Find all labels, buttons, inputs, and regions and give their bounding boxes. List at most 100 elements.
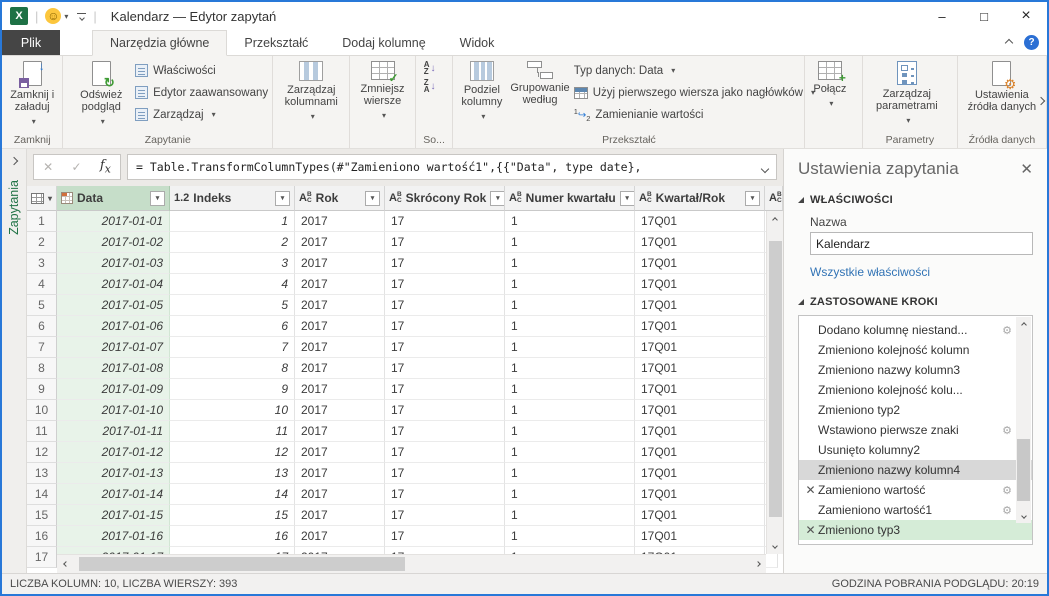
steps-scrollbar-thumb[interactable] bbox=[1017, 439, 1030, 501]
panel-close-icon[interactable]: ✕ bbox=[1020, 160, 1033, 178]
cell[interactable]: 2017-01-11 bbox=[57, 421, 170, 442]
cell[interactable]: 1 bbox=[505, 463, 635, 484]
cell[interactable]: 17Q01 bbox=[635, 232, 765, 253]
cell[interactable]: 17 bbox=[385, 358, 505, 379]
row-number[interactable]: 16 bbox=[27, 526, 57, 547]
cell[interactable]: 1 bbox=[505, 379, 635, 400]
cell[interactable]: 12 bbox=[170, 442, 295, 463]
cell[interactable]: 2017 bbox=[295, 316, 385, 337]
formula-expand-icon[interactable] bbox=[761, 165, 769, 173]
cell[interactable]: 1 bbox=[505, 295, 635, 316]
expander-icon[interactable] bbox=[798, 197, 804, 203]
filter-button[interactable]: ▾ bbox=[620, 191, 635, 206]
applied-step[interactable]: ✕Zmieniono typ3 bbox=[799, 520, 1032, 540]
row-number[interactable]: 13 bbox=[27, 463, 57, 484]
quick-access-customize-icon[interactable] bbox=[77, 13, 86, 20]
cell[interactable]: 17 bbox=[385, 211, 505, 232]
cell[interactable]: 17 bbox=[385, 505, 505, 526]
smiley-dropdown-caret-icon[interactable]: ▾ bbox=[64, 12, 68, 21]
help-icon[interactable]: ? bbox=[1024, 35, 1039, 50]
cell[interactable]: 17Q01 bbox=[635, 253, 765, 274]
cell[interactable]: 2017 bbox=[295, 211, 385, 232]
steps-scroll-down-icon[interactable] bbox=[1016, 508, 1031, 523]
cell[interactable]: 17 bbox=[385, 274, 505, 295]
collapse-ribbon-icon[interactable] bbox=[1005, 38, 1013, 46]
cell[interactable]: 6 bbox=[170, 316, 295, 337]
filter-button[interactable]: ▾ bbox=[745, 191, 760, 206]
row-number[interactable]: 14 bbox=[27, 484, 57, 505]
cell[interactable]: 17Q01 bbox=[635, 358, 765, 379]
cell[interactable]: 1 bbox=[505, 232, 635, 253]
manage-parameters-button[interactable]: Zarządzaj parametrami▾ bbox=[867, 59, 947, 129]
row-number[interactable]: 3 bbox=[27, 253, 57, 274]
cell[interactable]: 1 bbox=[505, 274, 635, 295]
filter-button[interactable]: ▾ bbox=[275, 191, 290, 206]
cell[interactable]: 2017-01-02 bbox=[57, 232, 170, 253]
row-number[interactable]: 4 bbox=[27, 274, 57, 295]
cell[interactable]: 1 bbox=[505, 211, 635, 232]
cell[interactable]: 17 bbox=[385, 295, 505, 316]
cell[interactable]: 2017 bbox=[295, 295, 385, 316]
vertical-scrollbar-thumb[interactable] bbox=[769, 241, 782, 517]
column-header-indeks[interactable]: 1.2 Indeks ▾ bbox=[170, 186, 295, 211]
cell[interactable]: 17Q01 bbox=[635, 274, 765, 295]
cell[interactable]: 2017 bbox=[295, 505, 385, 526]
feedback-smiley-icon[interactable]: ☺ bbox=[45, 8, 61, 24]
column-header-partial[interactable]: ABC bbox=[765, 186, 783, 211]
cell[interactable]: 2017 bbox=[295, 232, 385, 253]
cell[interactable]: 5 bbox=[170, 295, 295, 316]
cell[interactable]: 1 bbox=[170, 211, 295, 232]
filter-button[interactable]: ▾ bbox=[365, 191, 380, 206]
steps-scrollbar[interactable] bbox=[1016, 317, 1031, 523]
cell[interactable]: 2017 bbox=[295, 337, 385, 358]
cell[interactable]: 2017-01-15 bbox=[57, 505, 170, 526]
close-and-load-button[interactable]: ↓ Zamknij i załaduj▾ bbox=[6, 59, 58, 130]
applied-steps-section-header[interactable]: ZASTOSOWANE KROKI bbox=[798, 296, 1033, 308]
all-properties-link[interactable]: Wszystkie właściwości bbox=[810, 265, 1033, 279]
column-header-skrocony-rok[interactable]: ABC Skrócony Rok ▾ bbox=[385, 186, 505, 211]
cell[interactable]: 17 bbox=[385, 337, 505, 358]
cell[interactable]: 14 bbox=[170, 484, 295, 505]
advanced-editor-button[interactable]: Edytor zaawansowany bbox=[135, 83, 268, 102]
cell[interactable]: 17Q01 bbox=[635, 379, 765, 400]
cell[interactable]: 2017 bbox=[295, 379, 385, 400]
applied-step[interactable]: Dodano kolumnę niestand...⚙ bbox=[799, 320, 1032, 340]
group-by-button[interactable]: Grupowanie według bbox=[506, 59, 573, 108]
cell[interactable]: 1 bbox=[505, 442, 635, 463]
scroll-right-icon[interactable] bbox=[749, 555, 766, 572]
row-number[interactable]: 5 bbox=[27, 295, 57, 316]
cell[interactable]: 7 bbox=[170, 337, 295, 358]
cell[interactable]: 17Q01 bbox=[635, 295, 765, 316]
filter-button[interactable]: ▾ bbox=[150, 191, 165, 206]
cell[interactable]: 17 bbox=[385, 421, 505, 442]
row-number[interactable]: 15 bbox=[27, 505, 57, 526]
cell[interactable]: 2017 bbox=[295, 253, 385, 274]
cell[interactable]: 17Q01 bbox=[635, 211, 765, 232]
horizontal-scrollbar-thumb[interactable] bbox=[79, 557, 405, 571]
query-name-input[interactable] bbox=[810, 232, 1033, 255]
cell[interactable]: 2017-01-01 bbox=[57, 211, 170, 232]
column-header-numer-kwartalu[interactable]: ABC Numer kwartału ▾ bbox=[505, 186, 635, 211]
step-settings-gear-icon[interactable]: ⚙ bbox=[1002, 484, 1012, 497]
cell[interactable]: 1 bbox=[505, 337, 635, 358]
data-type-button[interactable]: Typ danych: Data▾ bbox=[574, 61, 815, 80]
manage-columns-button[interactable]: Zarządzaj kolumnami▾ bbox=[277, 59, 345, 125]
row-number[interactable]: 11 bbox=[27, 421, 57, 442]
cell[interactable]: 17Q01 bbox=[635, 505, 765, 526]
cell[interactable]: 17 bbox=[385, 379, 505, 400]
expander-icon[interactable] bbox=[798, 299, 804, 305]
cell[interactable]: 2017 bbox=[295, 421, 385, 442]
queries-pane-collapsed[interactable]: Zapytania bbox=[2, 149, 27, 573]
cell[interactable]: 17Q01 bbox=[635, 316, 765, 337]
applied-step[interactable]: Zmieniono kolejność kolumn bbox=[799, 340, 1032, 360]
formula-accept-icon[interactable]: ✓ bbox=[72, 160, 82, 174]
cell[interactable]: 17Q01 bbox=[635, 421, 765, 442]
cell[interactable]: 17Q01 bbox=[635, 526, 765, 547]
row-number[interactable]: 17 bbox=[27, 547, 57, 568]
cell[interactable]: 2017-01-03 bbox=[57, 253, 170, 274]
cell[interactable]: 17 bbox=[385, 316, 505, 337]
close-button[interactable]: × bbox=[1005, 2, 1047, 30]
cell[interactable]: 17 bbox=[385, 463, 505, 484]
applied-step[interactable]: Zamieniono wartość1⚙ bbox=[799, 500, 1032, 520]
scroll-up-icon[interactable] bbox=[767, 211, 784, 228]
